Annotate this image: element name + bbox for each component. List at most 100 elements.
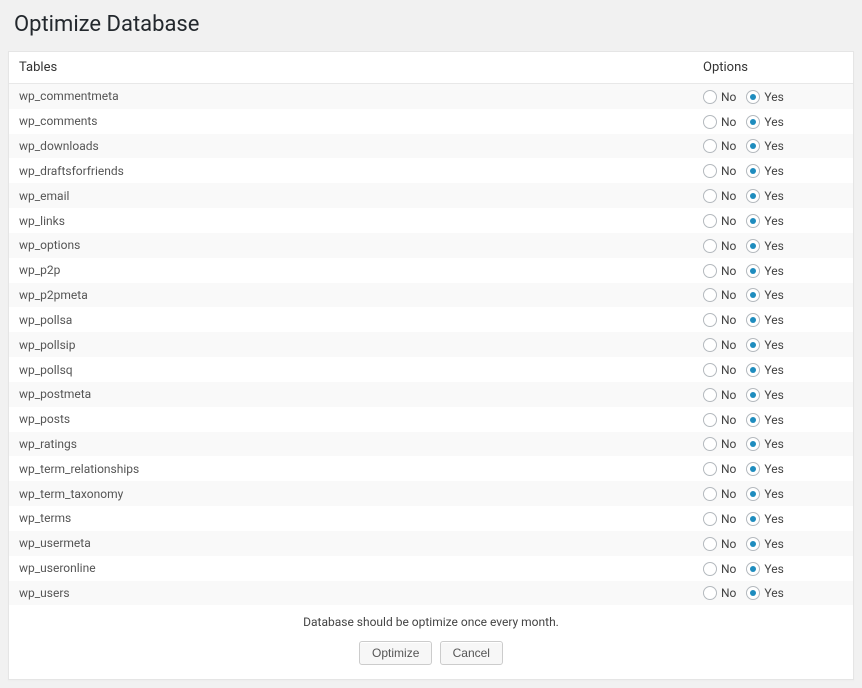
radio-no[interactable]: [703, 413, 717, 427]
radio-yes[interactable]: [746, 239, 760, 253]
radio-yes-label: Yes: [764, 139, 783, 153]
radio-no-label: No: [721, 214, 736, 228]
table-row: wp_p2pmetaNoYes: [9, 283, 853, 308]
radio-no[interactable]: [703, 388, 717, 402]
radio-yes[interactable]: [746, 115, 760, 129]
options-cell: No Yes: [693, 208, 853, 233]
options-cell: NoYes: [693, 307, 853, 332]
table-name-cell: wp_p2p: [9, 258, 693, 283]
radio-yes[interactable]: [746, 537, 760, 551]
options-cell: NoYes: [693, 332, 853, 357]
radio-no-label: No: [721, 537, 736, 551]
radio-no[interactable]: [703, 239, 717, 253]
table-name-cell: wp_downloads: [9, 134, 693, 159]
options-cell: NoYes: [693, 283, 853, 308]
radio-yes[interactable]: [746, 214, 760, 228]
options-cell: NoYes: [693, 531, 853, 556]
radio-yes[interactable]: [746, 413, 760, 427]
radio-no[interactable]: [703, 139, 717, 153]
table-row: wp_pollsipNoYes: [9, 332, 853, 357]
radio-no[interactable]: [703, 115, 717, 129]
table-name-cell: wp_options: [9, 233, 693, 258]
table-row: wp_pollsqNoYes: [9, 357, 853, 382]
radio-yes-label: Yes: [764, 115, 783, 129]
radio-no[interactable]: [703, 90, 717, 104]
radio-no-label: No: [721, 313, 736, 327]
table-name-cell: wp_commentmeta: [9, 84, 693, 109]
radio-yes[interactable]: [746, 437, 760, 451]
radio-no-label: No: [721, 264, 736, 278]
radio-no[interactable]: [703, 363, 717, 377]
radio-yes-label: Yes: [764, 214, 783, 228]
radio-yes[interactable]: [746, 562, 760, 576]
radio-no-label: No: [721, 512, 736, 526]
radio-yes[interactable]: [746, 512, 760, 526]
radio-yes[interactable]: [746, 139, 760, 153]
radio-yes[interactable]: [746, 487, 760, 501]
radio-yes-label: Yes: [764, 462, 783, 476]
cancel-button[interactable]: Cancel: [440, 641, 503, 665]
radio-no[interactable]: [703, 487, 717, 501]
table-name-cell: wp_usermeta: [9, 531, 693, 556]
radio-no[interactable]: [703, 537, 717, 551]
table-row: wp_downloads No Yes: [9, 134, 853, 159]
options-cell: No Yes: [693, 506, 853, 531]
options-cell: NoYes: [693, 84, 853, 109]
options-cell: NoYes: [693, 382, 853, 407]
radio-yes[interactable]: [746, 313, 760, 327]
table-name-cell: wp_draftsforfriends: [9, 158, 693, 183]
options-cell: NoYes: [693, 258, 853, 283]
footer-note: Database should be optimize once every m…: [9, 605, 853, 635]
radio-no[interactable]: [703, 437, 717, 451]
radio-yes[interactable]: [746, 388, 760, 402]
radio-yes-label: Yes: [764, 363, 783, 377]
radio-yes-label: Yes: [764, 512, 783, 526]
radio-yes[interactable]: [746, 288, 760, 302]
table-row: wp_pollsaNoYes: [9, 307, 853, 332]
radio-yes[interactable]: [746, 462, 760, 476]
optimize-button[interactable]: Optimize: [359, 641, 432, 665]
radio-no[interactable]: [703, 264, 717, 278]
table-name-cell: wp_postmeta: [9, 382, 693, 407]
table-name-cell: wp_useronline: [9, 556, 693, 581]
table-name-cell: wp_pollsq: [9, 357, 693, 382]
options-cell: NoYes: [693, 357, 853, 382]
radio-no[interactable]: [703, 164, 717, 178]
radio-yes[interactable]: [746, 363, 760, 377]
table-name-cell: wp_term_relationships: [9, 456, 693, 481]
radio-no[interactable]: [703, 462, 717, 476]
radio-yes-label: Yes: [764, 413, 783, 427]
radio-no[interactable]: [703, 288, 717, 302]
radio-yes[interactable]: [746, 264, 760, 278]
radio-no[interactable]: [703, 189, 717, 203]
radio-no-label: No: [721, 487, 736, 501]
radio-no[interactable]: [703, 562, 717, 576]
radio-no-label: No: [721, 115, 736, 129]
radio-no[interactable]: [703, 214, 717, 228]
table-name-cell: wp_posts: [9, 407, 693, 432]
table-row: wp_term_relationships No Yes: [9, 456, 853, 481]
radio-no-label: No: [721, 437, 736, 451]
radio-no[interactable]: [703, 338, 717, 352]
radio-yes-label: Yes: [764, 239, 783, 253]
radio-no[interactable]: [703, 313, 717, 327]
radio-no-label: No: [721, 388, 736, 402]
radio-yes[interactable]: [746, 586, 760, 600]
radio-yes[interactable]: [746, 90, 760, 104]
radio-no-label: No: [721, 164, 736, 178]
table-row: wp_linksNoYes: [9, 208, 853, 233]
radio-no-label: No: [721, 462, 736, 476]
radio-no-label: No: [721, 139, 736, 153]
table-name-cell: wp_term_taxonomy: [9, 481, 693, 506]
radio-no-label: No: [721, 586, 736, 600]
column-header-tables: Tables: [9, 52, 693, 84]
radio-yes[interactable]: [746, 338, 760, 352]
radio-no-label: No: [721, 90, 736, 104]
radio-yes[interactable]: [746, 164, 760, 178]
radio-no[interactable]: [703, 586, 717, 600]
radio-yes[interactable]: [746, 189, 760, 203]
table-name-cell: wp_email: [9, 183, 693, 208]
radio-no[interactable]: [703, 512, 717, 526]
radio-yes-label: Yes: [764, 164, 783, 178]
optimize-panel: Tables Options wp_commentmetaNoYeswp_com…: [8, 51, 854, 680]
